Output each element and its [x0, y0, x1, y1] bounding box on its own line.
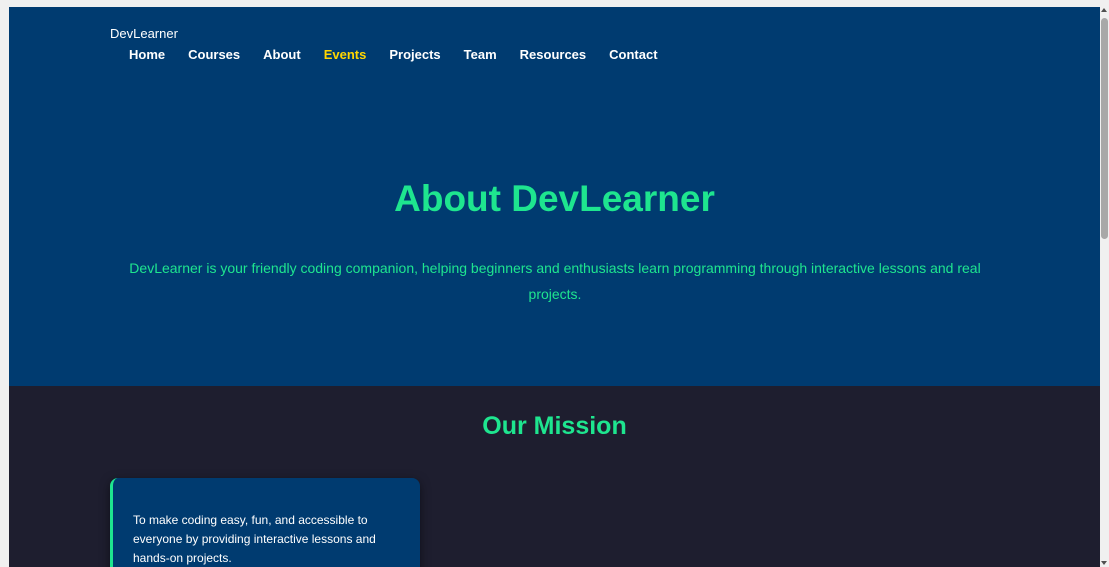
page-viewport: DevLearner Home Courses About Events Pro…	[9, 7, 1100, 567]
mission-title: Our Mission	[482, 412, 627, 440]
nav-link-about[interactable]: About	[263, 47, 301, 62]
brand-logo-text[interactable]: DevLearner	[110, 26, 178, 41]
nav-link-contact[interactable]: Contact	[609, 47, 657, 62]
nav-link-home[interactable]: Home	[129, 47, 165, 62]
hero-section: DevLearner Home Courses About Events Pro…	[9, 7, 1100, 386]
main-nav: Home Courses About Events Projects Team …	[129, 47, 681, 62]
hero-title: About DevLearner	[394, 178, 715, 219]
scrollbar-thumb[interactable]	[1101, 18, 1108, 239]
nav-link-team[interactable]: Team	[464, 47, 497, 62]
nav-link-resources[interactable]: Resources	[520, 47, 586, 62]
triangle-down-icon[interactable]	[1101, 561, 1107, 565]
mission-card: To make coding easy, fun, and accessible…	[110, 478, 420, 567]
mission-card-text: To make coding easy, fun, and accessible…	[133, 513, 376, 565]
triangle-up-icon[interactable]	[1101, 8, 1107, 12]
nav-link-courses[interactable]: Courses	[188, 47, 240, 62]
hero-description: DevLearner is your friendly coding compa…	[129, 260, 981, 302]
nav-link-projects[interactable]: Projects	[389, 47, 440, 62]
nav-link-events[interactable]: Events	[324, 47, 367, 62]
vertical-scrollbar[interactable]	[1100, 7, 1109, 567]
